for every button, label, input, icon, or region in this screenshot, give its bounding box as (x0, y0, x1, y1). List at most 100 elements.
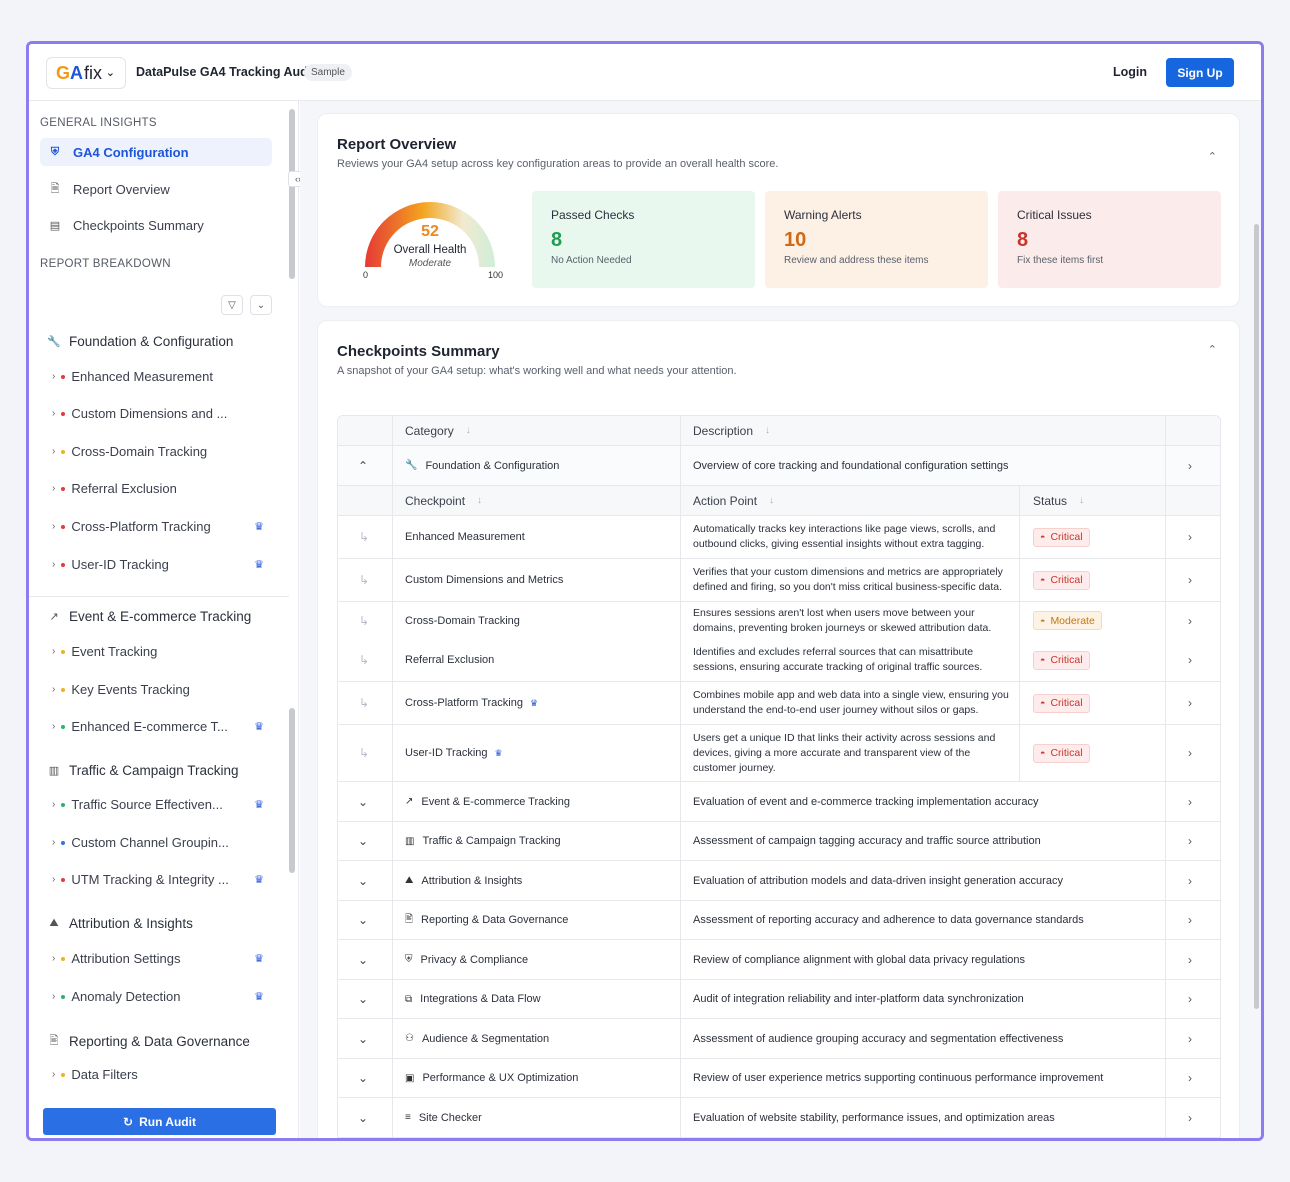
chevron-right-icon[interactable]: › (1188, 782, 1192, 821)
sidebar-sub-item[interactable]: › Cross-Domain Tracking (52, 444, 272, 459)
chevron-right-icon[interactable]: › (1188, 901, 1192, 939)
checkpoint-name: Custom Dimensions and Metrics (405, 574, 564, 586)
sidebar-group-reporting[interactable]: 🖹 Reporting & Data Governance (47, 1032, 250, 1051)
sidebar-scrollbar[interactable] (289, 109, 295, 279)
status-dot (61, 956, 66, 961)
chevron-right-icon[interactable]: › (1188, 446, 1192, 485)
sidebar-sub-item[interactable]: › Attribution Settings ♛ (52, 951, 272, 966)
chevron-right-icon[interactable]: › (1188, 602, 1192, 639)
crown-icon: ♛ (254, 521, 264, 533)
sidebar-item-checkpoints-summary[interactable]: ▤ Checkpoints Summary (40, 211, 272, 239)
checkpoint-row[interactable]: ↳ Cross-Domain Tracking Ensures sessions… (338, 602, 1220, 639)
checkpoint-row[interactable]: ↳ User-ID Tracking ♛ Users get a unique I… (338, 725, 1220, 782)
sidebar-sub-item[interactable]: › User-ID Tracking ♛ (52, 557, 272, 572)
category-row[interactable]: ⌄ ⚇ Audience & Segmentation Assessment of… (338, 1019, 1220, 1059)
chevron-down-icon[interactable]: ⌄ (358, 980, 368, 1018)
sidebar-scrollbar-lower[interactable] (289, 708, 295, 873)
chevron-down-icon[interactable]: ⌄ (358, 901, 368, 939)
sidebar-sub-item[interactable]: › Traffic Source Effectiven... ♛ (52, 797, 272, 812)
category-row[interactable]: ⌄ ⛰ Attribution & Insights Evaluation of … (338, 861, 1220, 901)
sidebar-sub-item[interactable]: › Enhanced E-commerce T... ♛ (52, 719, 272, 734)
chevron-up-icon[interactable]: ⌃ (1208, 150, 1217, 163)
checkpoint-row[interactable]: ↳ Enhanced Measurement Automatically tra… (338, 516, 1220, 559)
chevron-up-icon[interactable]: ⌃ (1208, 343, 1217, 356)
chevron-right-icon[interactable]: › (1188, 516, 1192, 558)
category-row-expanded[interactable]: ⌃ 🔧 Foundation & Configuration Overview o… (338, 446, 1220, 486)
chevron-down-icon[interactable]: ⌄ (358, 861, 368, 900)
category-row[interactable]: ⌄ ⛨ Privacy & Compliance Review of compli… (338, 940, 1220, 980)
bar-chart-icon: ▥ (48, 765, 60, 777)
chevron-right-icon[interactable]: › (1188, 980, 1192, 1018)
sidebar-group-event-ecommerce[interactable]: ↗ Event & E-commerce Tracking (47, 609, 251, 624)
sidebar-sub-item[interactable]: › Event Tracking (52, 644, 272, 659)
col-description[interactable]: Description ↓ (693, 416, 770, 445)
sidebar-sub-item[interactable]: › Custom Channel Groupin... (52, 835, 272, 850)
chevron-right-icon[interactable]: › (1188, 940, 1192, 979)
checkpoint-row[interactable]: ↳ Referral Exclusion Identifies and excl… (338, 639, 1220, 682)
sidebar-sub-item[interactable]: › Data Filters (52, 1067, 272, 1082)
checkpoint-name: User-ID Tracking (405, 747, 488, 759)
checkpoint-row[interactable]: ↳ Cross-Platform Tracking ♛ Combines mobi… (338, 682, 1220, 725)
col-status[interactable]: Status ↓ (1033, 486, 1084, 515)
chevron-right-icon[interactable]: › (1188, 822, 1192, 860)
sort-icon: ↓ (477, 495, 483, 506)
chevron-up-icon[interactable]: ⌃ (358, 446, 368, 485)
col-divider (1165, 782, 1166, 821)
chevron-right-icon: › (52, 874, 56, 885)
category-cell: 🖹 Reporting & Data Governance (405, 901, 568, 939)
sidebar-sub-item[interactable]: › Anomaly Detection ♛ (52, 989, 272, 1004)
checkpoint-row[interactable]: ↳ Custom Dimensions and Metrics Verifies… (338, 559, 1220, 602)
sidebar-item-report-overview[interactable]: 🗎 Report Overview (40, 175, 272, 203)
sidebar-item-ga4-configuration[interactable]: ⛨ GA4 Configuration (40, 138, 272, 166)
logo-switcher[interactable]: G Afix ⌄ (46, 57, 126, 89)
category-row[interactable]: ⌄ ≡ Site Checker Evaluation of website st… (338, 1098, 1220, 1138)
chevron-down-icon[interactable]: ⌄ (358, 782, 368, 821)
chevron-down-icon[interactable]: ⌄ (358, 1059, 368, 1097)
sidebar-sub-item[interactable]: › Custom Dimensions and ... (52, 406, 272, 421)
category-row[interactable]: ⌄ ▣ Performance & UX Optimization Review … (338, 1059, 1220, 1098)
signup-button[interactable]: Sign Up (1166, 58, 1234, 87)
chevron-down-icon[interactable]: ⌄ (358, 1019, 368, 1058)
chevron-right-icon[interactable]: › (1188, 559, 1192, 601)
sidebar-sub-label: Key Events Tracking (71, 682, 190, 697)
category-row[interactable]: ⌄ ↗ Event & E-commerce Tracking Evaluatio… (338, 782, 1220, 822)
sidebar-group-foundation[interactable]: 🔧 Foundation & Configuration (47, 334, 233, 349)
sidebar-sub-item[interactable]: › Enhanced Measurement (52, 369, 272, 384)
chevron-right-icon[interactable]: › (1188, 639, 1192, 681)
status-badge: ◓ Critical (1033, 639, 1090, 681)
chevron-down-icon[interactable]: ⌄ (250, 295, 272, 315)
chevron-right-icon[interactable]: › (1188, 725, 1192, 781)
sidebar-group-traffic-campaign[interactable]: ▥ Traffic & Campaign Tracking (47, 763, 239, 778)
login-link[interactable]: Login (1113, 65, 1147, 79)
category-cell: ↗ Event & E-commerce Tracking (405, 782, 570, 821)
sidebar-sub-item[interactable]: › Referral Exclusion (52, 481, 272, 496)
sidebar-sub-item[interactable]: › Cross-Platform Tracking ♛ (52, 519, 272, 534)
chevron-right-icon[interactable]: › (1188, 1098, 1192, 1137)
chevron-down-icon[interactable]: ⌄ (358, 940, 368, 979)
chevron-down-icon[interactable]: ⌄ (358, 822, 368, 860)
chevron-right-icon[interactable]: › (1188, 1019, 1192, 1058)
col-checkpoint[interactable]: Checkpoint ↓ (405, 486, 482, 515)
category-row[interactable]: ⌄ ▥ Traffic & Campaign Tracking Assessmen… (338, 822, 1220, 861)
category-label: Foundation & Configuration (425, 459, 560, 472)
chevron-right-icon[interactable]: › (1188, 1059, 1192, 1097)
status-dot (61, 687, 66, 692)
category-cell: ⚇ Audience & Segmentation (405, 1019, 549, 1058)
col-category[interactable]: Category ↓ (405, 416, 471, 445)
sidebar-sub-item[interactable]: › Key Events Tracking (52, 682, 272, 697)
category-row[interactable]: ⌄ ⧉ Integrations & Data Flow Audit of int… (338, 980, 1220, 1019)
sidebar-sub-item[interactable]: › UTM Tracking & Integrity ... ♛ (52, 872, 272, 887)
main-scrollbar[interactable] (1254, 224, 1259, 1009)
filter-icon[interactable]: ▽ (221, 295, 243, 315)
chevron-down-icon[interactable]: ⌄ (358, 1098, 368, 1137)
col-action[interactable]: Action Point ↓ (693, 486, 774, 515)
action-cell: Identifies and excludes referral sources… (693, 639, 1013, 681)
run-audit-button[interactable]: ↻ Run Audit (43, 1108, 276, 1135)
crown-icon: ♛ (494, 747, 503, 758)
col-divider (1019, 682, 1020, 724)
chevron-right-icon[interactable]: › (1188, 861, 1192, 900)
action-cell: Combines mobile app and web data into a … (693, 682, 1013, 724)
sidebar-group-attribution[interactable]: ⛰ Attribution & Insights (47, 916, 192, 931)
chevron-right-icon[interactable]: › (1188, 682, 1192, 724)
category-row[interactable]: ⌄ 🖹 Reporting & Data Governance Assessmen… (338, 901, 1220, 940)
